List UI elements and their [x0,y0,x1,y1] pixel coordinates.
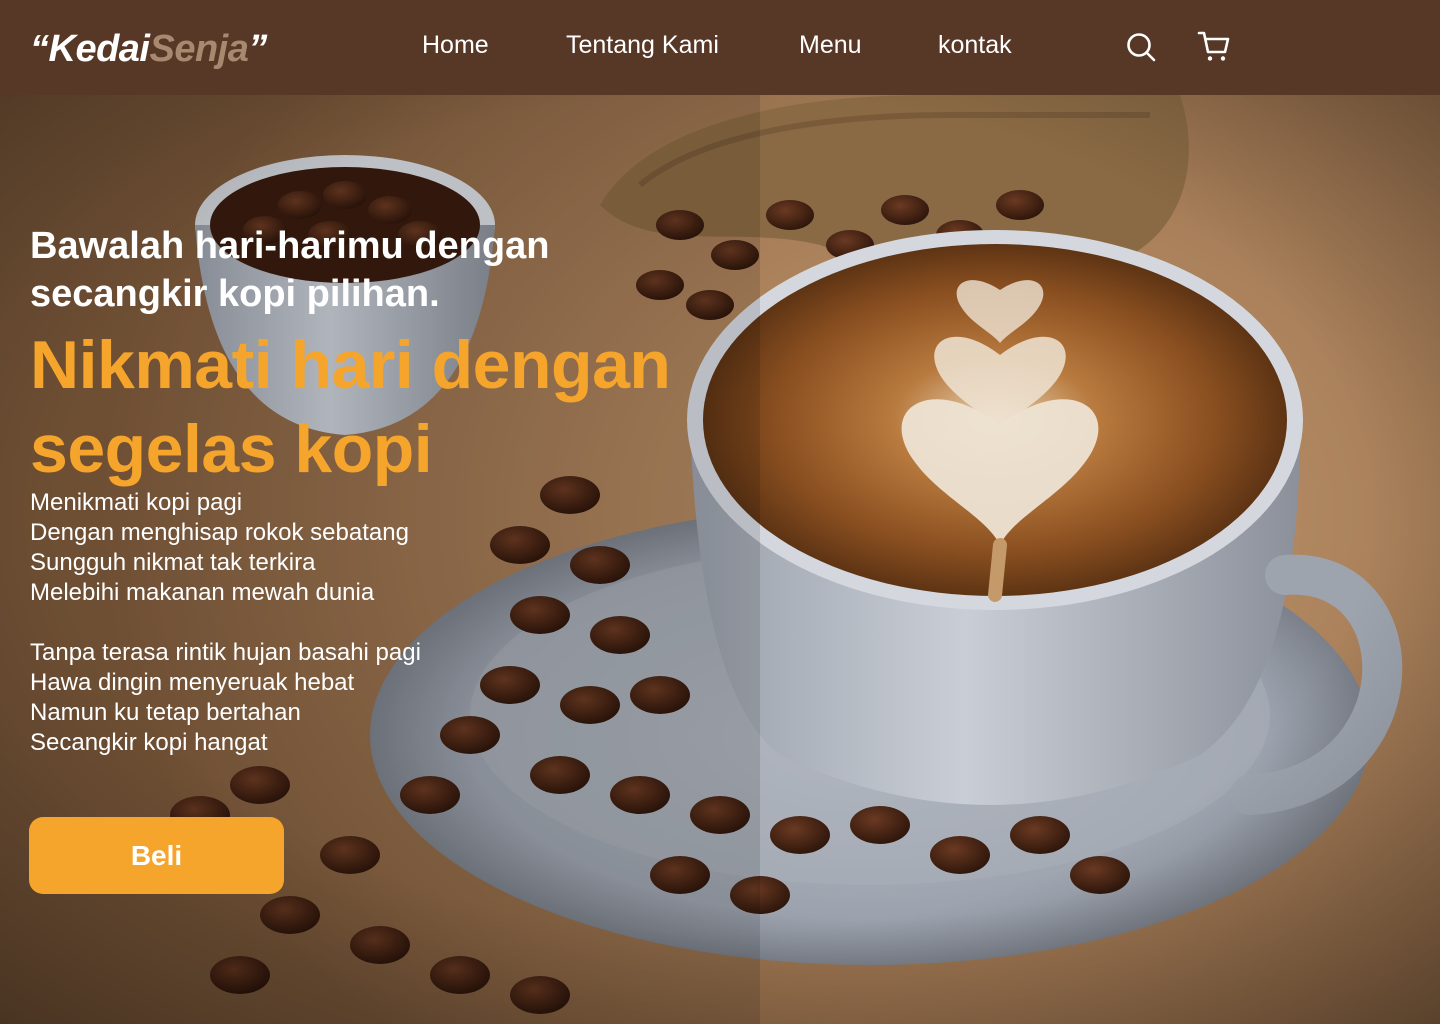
logo-name-primary: Kedai [48,28,150,70]
poem-line: Namun ku tetap bertahan [30,699,301,726]
nav-link-home[interactable]: Home [422,30,489,60]
shopping-cart-icon[interactable] [1196,28,1230,62]
hero-poem: Menikmati kopi pagi Dengan menghisap rok… [30,488,550,758]
poem-line: Hawa dingin menyeruak hebat [30,669,355,696]
hero-headline: Nikmati hari dengan segelas kopi [30,327,671,487]
navbar: “KedaiSenja” Home Tentang Kami Menu kont… [0,0,1440,95]
nav-link-about[interactable]: Tentang Kami [566,30,719,60]
nav-link-menu[interactable]: Menu [799,30,862,60]
hero-section: Bawalah hari-harimu dengan secangkir kop… [0,95,1440,1024]
poem-line: Tanpa terasa rintik hujan basahi pagi [30,639,421,666]
hero-tagline: Bawalah hari-harimu dengan secangkir kop… [30,225,550,315]
buy-button[interactable]: Beli [29,817,284,894]
logo-name-accent: Senja [149,28,249,70]
poem-stanza-gap [30,608,550,638]
logo-quote-close: ” [248,28,267,70]
landing-page: “KedaiSenja” Home Tentang Kami Menu kont… [0,0,1440,1024]
brand-logo[interactable]: “KedaiSenja” [30,30,267,68]
poem-line: Dengan menghisap rokok sebatang [30,519,409,546]
poem-line: Secangkir kopi hangat [30,729,268,756]
logo-quote-open: “ [30,28,49,70]
search-icon[interactable] [1124,30,1158,64]
poem-line: Sungguh nikmat tak terkira [30,549,316,576]
poem-line: Melebihi makanan mewah dunia [30,579,375,606]
poem-line: Menikmati kopi pagi [30,489,243,516]
nav-link-contact[interactable]: kontak [938,30,1012,60]
